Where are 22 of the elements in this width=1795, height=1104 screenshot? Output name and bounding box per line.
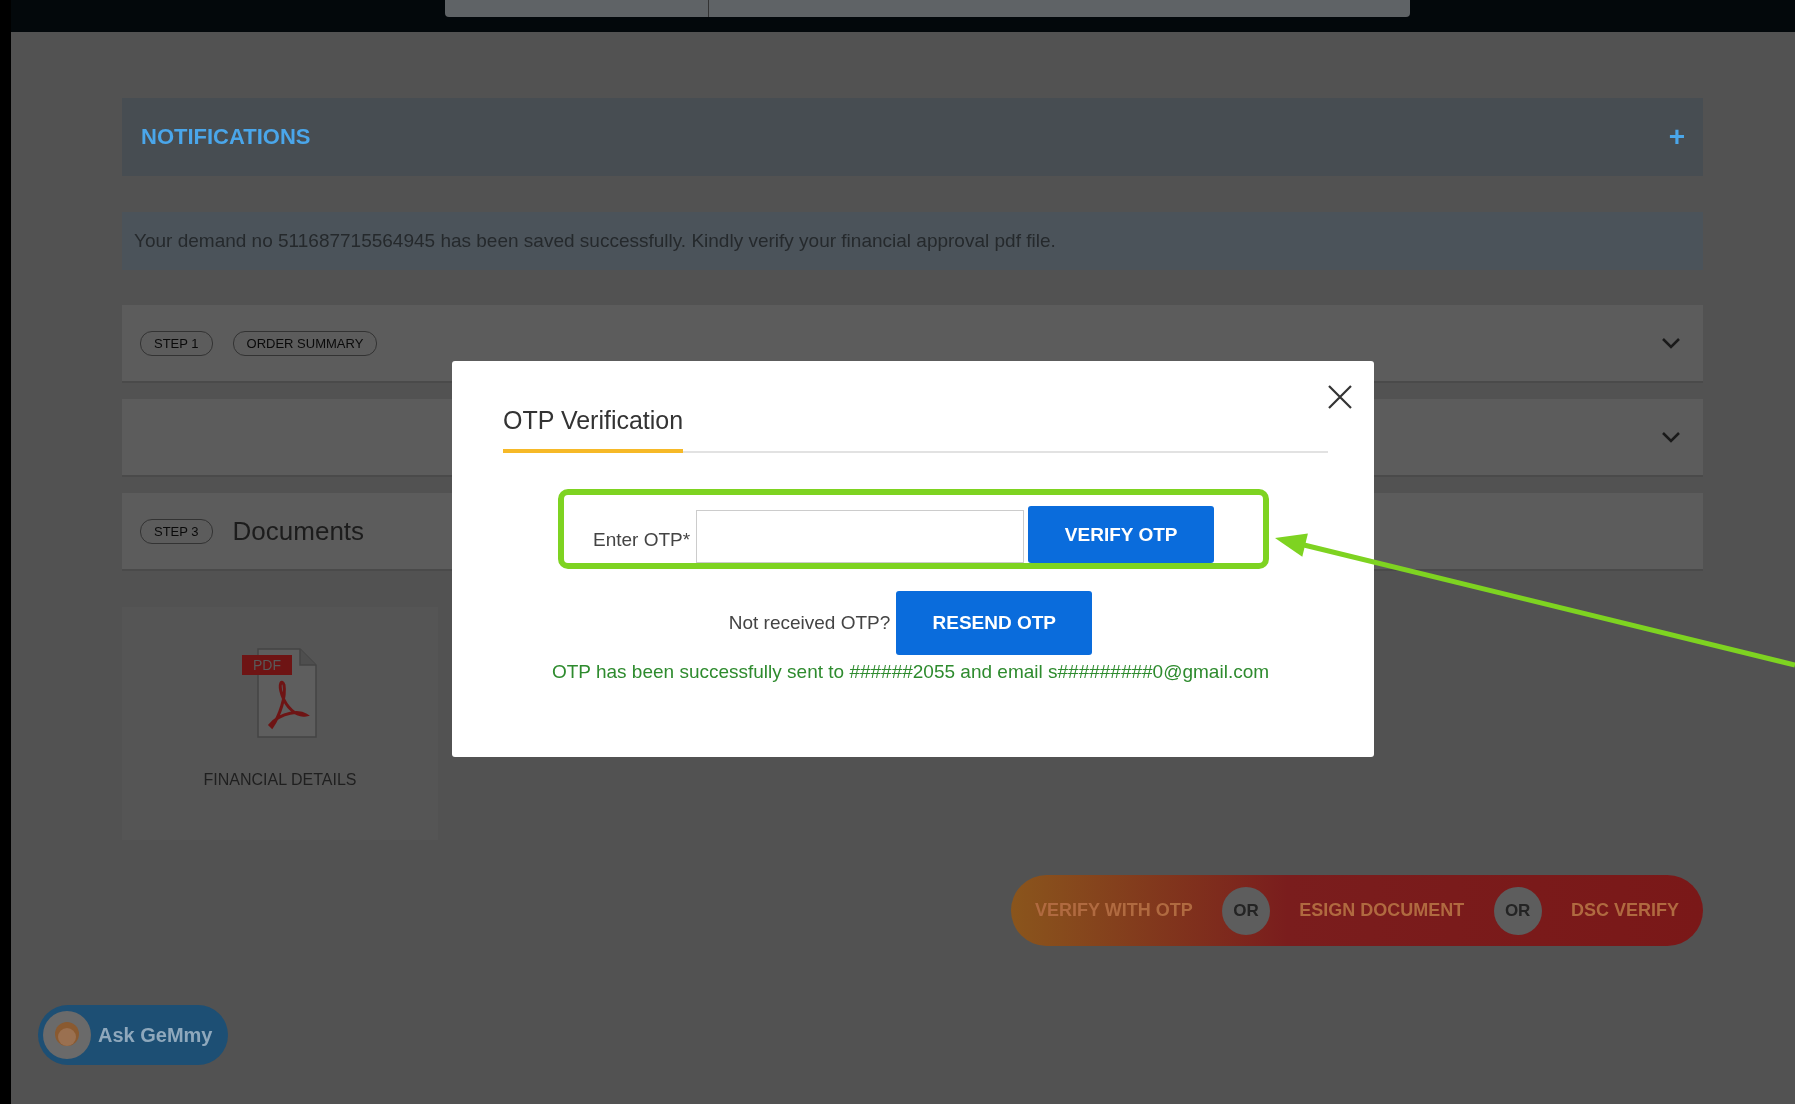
verify-option[interactable]: ESIGN DOCUMENT [1289, 900, 1475, 921]
resend-prompt: Not received OTP? [728, 612, 891, 634]
resend-otp-button[interactable]: RESEND OTP [896, 591, 1093, 655]
dialog-tab[interactable]: OTP Verification [503, 405, 684, 453]
or-separator: OR [1493, 886, 1542, 935]
chevron-down-icon[interactable] [1661, 337, 1681, 349]
expand-button[interactable]: + [1668, 121, 1685, 153]
step-badge: STEP 3 [140, 518, 213, 544]
otp-input-field[interactable] [696, 510, 1025, 563]
notifications-title: NOTIFICATIONS [141, 124, 311, 150]
avatar-icon [42, 1010, 92, 1060]
step-badge: ORDER SUMMARY [232, 330, 378, 356]
otp-label: Enter OTP* [593, 529, 691, 551]
assistant-button[interactable]: Ask GeMmy [38, 1005, 228, 1065]
verify-option[interactable]: DSC VERIFY [1560, 900, 1689, 921]
step-badge: STEP 1 [140, 330, 213, 356]
verify-otp-button[interactable]: VERIFY OTP [1028, 506, 1215, 563]
or-separator: OR [1222, 886, 1270, 935]
close-icon[interactable] [1326, 383, 1354, 411]
chevron-down-icon[interactable] [1661, 431, 1681, 443]
section-title: Documents [232, 515, 365, 547]
otp-status-message: OTP has been successfully sent to ######2055 and email s#########0@gmail.com [550, 661, 1271, 683]
